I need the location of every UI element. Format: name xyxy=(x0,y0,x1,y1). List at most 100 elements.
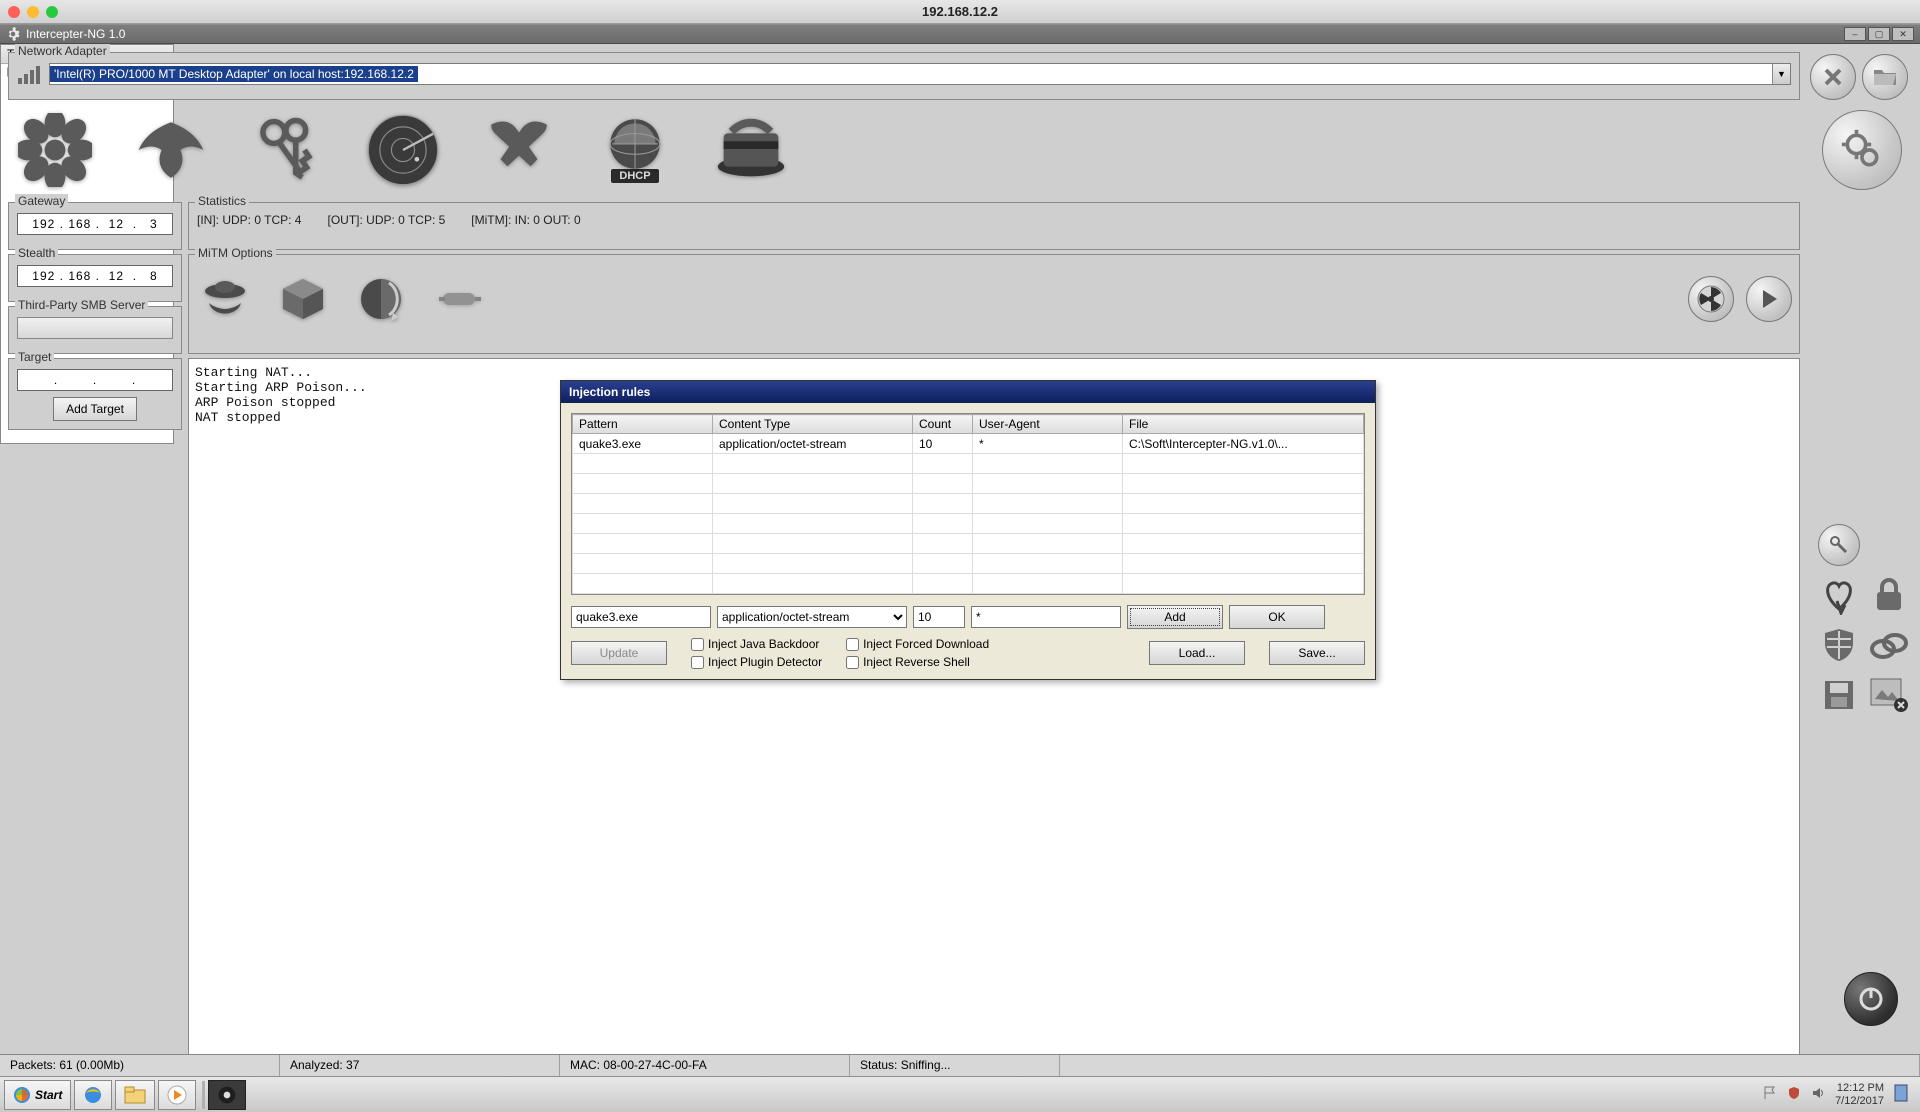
power-button[interactable] xyxy=(1844,972,1898,1026)
pattern-input[interactable] xyxy=(571,606,711,628)
adapter-selected: 'Intel(R) PRO/1000 MT Desktop Adapter' o… xyxy=(50,66,418,82)
cell-ua: * xyxy=(973,434,1123,454)
col-count[interactable]: Count xyxy=(913,415,973,434)
open-folder-button[interactable] xyxy=(1862,54,1908,100)
box-icon[interactable] xyxy=(275,271,331,327)
update-button[interactable]: Update xyxy=(571,641,667,665)
count-input[interactable] xyxy=(913,606,965,628)
image-delete-icon[interactable] xyxy=(1868,674,1910,716)
app-gear-icon xyxy=(6,27,20,41)
gateway-label: Gateway xyxy=(15,194,68,208)
wallet-icon[interactable] xyxy=(712,111,790,189)
rules-table[interactable]: Pattern Content Type Count User-Agent Fi… xyxy=(571,413,1365,595)
settings-round-button[interactable] xyxy=(1822,110,1902,190)
tray-shield-icon[interactable] xyxy=(1787,1086,1801,1103)
cancel-round-button[interactable] xyxy=(1810,54,1856,100)
tray-flag-icon[interactable] xyxy=(1763,1086,1777,1103)
host-titlebar: 192.168.12.2 xyxy=(0,0,1920,24)
network-adapter-label: Network Adapter xyxy=(15,44,110,58)
system-tray[interactable]: 12:12 PM 7/12/2017 xyxy=(1763,1082,1916,1106)
col-file[interactable]: File xyxy=(1123,415,1364,434)
target-group: Target Add Target xyxy=(8,358,182,430)
radar-icon[interactable] xyxy=(364,111,442,189)
start-label: Start xyxy=(35,1088,62,1102)
target-input[interactable] xyxy=(17,369,173,391)
task-media[interactable] xyxy=(158,1080,196,1110)
side-tools xyxy=(1816,524,1910,716)
tray-clock[interactable]: 12:12 PM 7/12/2017 xyxy=(1835,1082,1884,1106)
stats-mitm: [MiTM]: IN: 0 OUT: 0 xyxy=(471,213,580,227)
crossed-axes-icon[interactable] xyxy=(480,111,558,189)
col-ctype[interactable]: Content Type xyxy=(713,415,913,434)
shield-icon[interactable] xyxy=(1818,624,1860,666)
stats-out: [OUT]: UDP: 0 TCP: 5 xyxy=(327,213,445,227)
stealth-group: Stealth xyxy=(8,254,182,302)
chevron-down-icon[interactable]: ▼ xyxy=(1772,64,1790,84)
key-round-icon[interactable] xyxy=(1818,524,1860,566)
task-ie[interactable] xyxy=(74,1080,112,1110)
lock-icon[interactable] xyxy=(1868,574,1910,616)
chk-java[interactable]: Inject Java Backdoor xyxy=(691,637,822,651)
table-row[interactable]: quake3.exe application/octet-stream 10 *… xyxy=(573,434,1364,454)
ua-input[interactable] xyxy=(971,606,1121,628)
adapter-dropdown[interactable]: 'Intel(R) PRO/1000 MT Desktop Adapter' o… xyxy=(49,63,1791,85)
cell-count: 10 xyxy=(913,434,973,454)
task-intercepter[interactable] xyxy=(208,1080,246,1110)
save-icon[interactable] xyxy=(1818,674,1860,716)
play-button[interactable] xyxy=(1746,276,1792,322)
mac-minimize-icon[interactable] xyxy=(27,6,39,18)
smb-input[interactable] xyxy=(17,317,173,339)
cell-pattern: quake3.exe xyxy=(573,434,713,454)
save-button[interactable]: Save... xyxy=(1269,641,1365,665)
globe-arrow-icon[interactable] xyxy=(353,271,409,327)
chk-plugin[interactable]: Inject Plugin Detector xyxy=(691,655,822,669)
target-label: Target xyxy=(15,350,54,364)
add-target-button[interactable]: Add Target xyxy=(53,397,137,421)
rings-icon[interactable] xyxy=(1868,624,1910,666)
status-packets: Packets: 61 (0.00Mb) xyxy=(0,1055,280,1076)
statistics-group: Statistics [IN]: UDP: 0 TCP: 4 [OUT]: UD… xyxy=(188,202,1800,250)
stealth-input[interactable] xyxy=(17,265,173,287)
smb-label: Third-Party SMB Server xyxy=(15,298,148,312)
windows-taskbar: Start 12:12 PM 7/12/2017 xyxy=(0,1076,1920,1112)
col-pattern[interactable]: Pattern xyxy=(573,415,713,434)
app-titlebar: Intercepter-NG 1.0 – ▢ ✕ xyxy=(0,24,1920,44)
inject-icon[interactable] xyxy=(431,271,487,327)
close-button[interactable]: ✕ xyxy=(1892,27,1914,41)
ok-button[interactable]: OK xyxy=(1229,605,1325,629)
col-ua[interactable]: User-Agent xyxy=(973,415,1123,434)
nuke-button[interactable] xyxy=(1688,276,1734,322)
dialog-title[interactable]: Injection rules xyxy=(561,381,1375,403)
status-analyzed: Analyzed: 37 xyxy=(280,1055,560,1076)
chk-reverse[interactable]: Inject Reverse Shell xyxy=(846,655,989,669)
status-status: Status: Sniffing... xyxy=(850,1055,1060,1076)
maximize-button[interactable]: ▢ xyxy=(1868,27,1890,41)
start-button[interactable]: Start xyxy=(4,1080,71,1110)
heartbleed-icon[interactable] xyxy=(1818,574,1860,616)
tray-volume-icon[interactable] xyxy=(1811,1086,1825,1103)
spy-icon[interactable] xyxy=(197,271,253,327)
tray-time: 12:12 PM xyxy=(1835,1082,1884,1094)
gateway-input[interactable] xyxy=(17,213,173,235)
signal-icon xyxy=(17,63,45,85)
mitm-options-group: MiTM Options xyxy=(188,254,1800,354)
chk-forced[interactable]: Inject Forced Download xyxy=(846,637,989,651)
tray-desktop-icon[interactable] xyxy=(1894,1084,1908,1105)
add-button[interactable]: Add xyxy=(1127,605,1223,629)
app-body: Network Adapter 'Intel(R) PRO/1000 MT De… xyxy=(0,44,1920,1076)
mac-zoom-icon[interactable] xyxy=(46,6,58,18)
tray-date: 7/12/2017 xyxy=(1835,1095,1884,1107)
messenger-icon[interactable] xyxy=(16,111,94,189)
eagle-icon[interactable] xyxy=(132,111,210,189)
stats-in: [IN]: UDP: 0 TCP: 4 xyxy=(197,213,301,227)
keys-icon[interactable] xyxy=(248,111,326,189)
host-title: 192.168.12.2 xyxy=(58,4,1862,19)
dhcp-globe-icon[interactable]: DHCP xyxy=(596,111,674,189)
network-adapter-group: Network Adapter 'Intel(R) PRO/1000 MT De… xyxy=(8,52,1800,100)
load-button[interactable]: Load... xyxy=(1149,641,1245,665)
mac-close-icon[interactable] xyxy=(8,6,20,18)
ctype-select[interactable]: application/octet-stream xyxy=(717,606,907,628)
task-explorer[interactable] xyxy=(115,1080,155,1110)
minimize-button[interactable]: – xyxy=(1844,27,1866,41)
mitm-label: MiTM Options xyxy=(195,246,276,260)
